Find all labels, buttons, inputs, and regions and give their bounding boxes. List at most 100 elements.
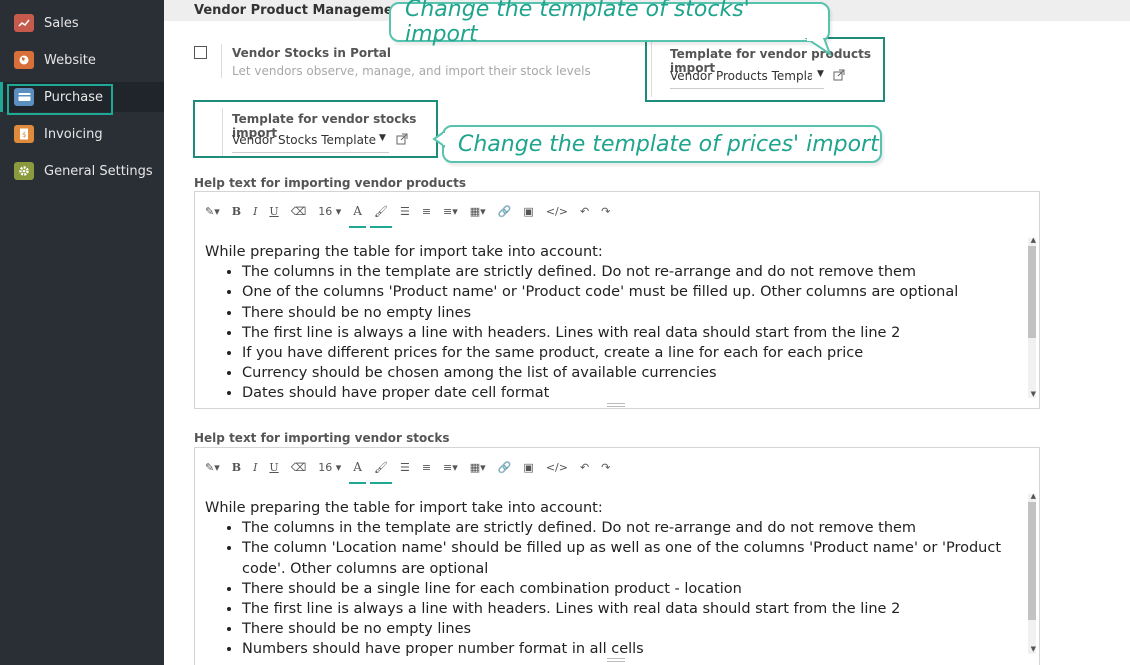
sidebar-item-website[interactable]: Website — [0, 45, 164, 75]
stocks-template-frame: Template for vendor stocks import Vendor… — [193, 100, 438, 158]
table-icon[interactable]: ▦▾ — [470, 200, 486, 222]
font-size-select[interactable]: 16 ▾ — [318, 200, 341, 222]
editor-scrollbar[interactable] — [1028, 238, 1036, 398]
list-item: The first line is always a line with hea… — [242, 323, 1023, 343]
settings-main: Vendor Product Management Vendor Stocks … — [164, 0, 1130, 665]
font-size-value: 16 — [318, 204, 333, 218]
paragraph-align-icon[interactable]: ≡▾ — [443, 200, 458, 222]
scroll-down-arrow[interactable]: ▼ — [1031, 390, 1036, 398]
callout-prices-template: Change the template of prices' import — [442, 125, 882, 163]
caret-down-icon[interactable]: ▼ — [817, 69, 824, 79]
table-icon[interactable]: ▦▾ — [470, 456, 486, 478]
image-icon[interactable]: ▣ — [523, 456, 533, 478]
help-products-editor[interactable]: ✎▾ B I U ⌫ 16 ▾ A 🖌 ☰ ≡ ≡▾ ▦▾ 🔗 ▣ </> ↶ … — [194, 191, 1040, 409]
italic-button[interactable]: I — [253, 456, 257, 478]
sidebar-item-label: Sales — [44, 15, 79, 31]
select-underline — [232, 152, 389, 153]
help-stocks-editor[interactable]: ✎▾ B I U ⌫ 16 ▾ A 🖌 ☰ ≡ ≡▾ ▦▾ 🔗 ▣ </> ↶ … — [194, 447, 1040, 665]
callout-prices-text: Change the template of prices' import — [458, 131, 879, 157]
eraser-icon[interactable]: ⌫ — [291, 456, 307, 478]
callout-prices-pointer — [432, 130, 446, 148]
help-products-label: Help text for importing vendor products — [194, 176, 466, 190]
undo-icon[interactable]: ↶ — [580, 200, 589, 222]
font-color-button[interactable]: A — [349, 200, 366, 228]
sidebar-item-label: Invoicing — [44, 126, 103, 142]
resize-handle[interactable] — [607, 403, 625, 407]
help-bullet-list: The columns in the template are strictly… — [242, 262, 1023, 403]
scroll-up-arrow[interactable]: ▲ — [1031, 236, 1036, 244]
scroll-up-arrow[interactable]: ▲ — [1031, 492, 1036, 500]
invoice-icon: $ — [14, 125, 34, 143]
bullet-list-icon[interactable]: ☰ — [400, 456, 410, 478]
font-size-select[interactable]: 16 ▾ — [318, 456, 341, 478]
callout-stocks-template: Change the template of stocks' import — [389, 0, 830, 47]
products-template-select[interactable]: Vendor Products Template — [670, 69, 812, 83]
help-intro: While preparing the table for import tak… — [205, 500, 603, 516]
help-intro: While preparing the table for import tak… — [205, 244, 603, 260]
vendor-stocks-portal-description: Let vendors observe, manage, and import … — [232, 64, 591, 78]
list-item: The columns in the template are strictly… — [242, 262, 1023, 282]
help-bullet-list: The columns in the template are strictly… — [242, 518, 1023, 659]
underline-button[interactable]: U — [269, 456, 278, 478]
code-view-icon[interactable]: </> — [546, 200, 568, 222]
callout-stocks-pointer — [804, 38, 833, 57]
font-color-button[interactable]: A — [349, 456, 366, 484]
scrollbar-thumb[interactable] — [1028, 246, 1036, 338]
setting-divider — [222, 108, 223, 156]
list-item: The first line is always a line with hea… — [242, 599, 1023, 619]
select-underline — [670, 88, 824, 89]
bold-button[interactable]: B — [232, 200, 241, 222]
underline-button[interactable]: U — [269, 200, 278, 222]
setting-divider — [651, 41, 652, 97]
resize-handle[interactable] — [607, 658, 625, 662]
list-item: If you have different prices for the sam… — [242, 343, 1023, 363]
list-item: There should be a single line for each c… — [242, 579, 1023, 599]
globe-icon — [14, 51, 34, 69]
image-icon[interactable]: ▣ — [523, 200, 533, 222]
editor-toolbar: ✎▾ B I U ⌫ 16 ▾ A 🖌 ☰ ≡ ≡▾ ▦▾ 🔗 ▣ </> ↶ … — [195, 192, 1039, 230]
link-icon[interactable]: 🔗 — [498, 456, 512, 478]
app-sidebar: Sales Website Purchase $ Invoicing Gener… — [0, 0, 164, 665]
sidebar-item-label: General Settings — [44, 163, 153, 179]
editor-toolbar: ✎▾ B I U ⌫ 16 ▾ A 🖌 ☰ ≡ ≡▾ ▦▾ 🔗 ▣ </> ↶ … — [195, 448, 1039, 486]
redo-icon[interactable]: ↷ — [601, 200, 610, 222]
undo-icon[interactable]: ↶ — [580, 456, 589, 478]
paragraph-align-icon[interactable]: ≡▾ — [443, 456, 458, 478]
scroll-down-arrow[interactable]: ▼ — [1031, 645, 1036, 653]
link-icon[interactable]: 🔗 — [498, 200, 512, 222]
help-stocks-label: Help text for importing vendor stocks — [194, 431, 450, 445]
editor-scrollbar[interactable] — [1028, 494, 1036, 654]
bold-button[interactable]: B — [232, 456, 241, 478]
magic-wand-icon[interactable]: ✎▾ — [205, 200, 220, 222]
sidebar-item-label: Website — [44, 52, 96, 68]
highlight-brush-icon[interactable]: 🖌 — [369, 200, 392, 228]
bullet-list-icon[interactable]: ☰ — [400, 200, 410, 222]
eraser-icon[interactable]: ⌫ — [291, 200, 307, 222]
list-item: The columns in the template are strictly… — [242, 518, 1023, 538]
redo-icon[interactable]: ↷ — [601, 456, 610, 478]
scrollbar-thumb[interactable] — [1028, 502, 1036, 620]
numbered-list-icon[interactable]: ≡ — [422, 456, 431, 478]
highlight-brush-icon[interactable]: 🖌 — [369, 456, 392, 484]
vendor-stocks-portal-checkbox[interactable] — [194, 46, 207, 59]
list-item: Numbers should have proper number format… — [242, 639, 1023, 659]
numbered-list-icon[interactable]: ≡ — [422, 200, 431, 222]
external-link-icon[interactable] — [833, 69, 845, 84]
sidebar-item-general-settings[interactable]: General Settings — [0, 156, 164, 186]
list-item: One of the columns 'Product name' or 'Pr… — [242, 282, 1023, 302]
magic-wand-icon[interactable]: ✎▾ — [205, 456, 220, 478]
list-item: There should be no empty lines — [242, 619, 1023, 639]
sidebar-item-sales[interactable]: Sales — [0, 8, 164, 38]
editor-content[interactable]: While preparing the table for import tak… — [205, 242, 1023, 404]
section-title: Vendor Product Management — [194, 3, 409, 18]
editor-content[interactable]: While preparing the table for import tak… — [205, 498, 1023, 660]
list-item: Dates should have proper date cell forma… — [242, 383, 1023, 403]
caret-down-icon[interactable]: ▼ — [379, 133, 386, 143]
purchase-highlight-frame — [7, 84, 113, 115]
external-link-icon[interactable] — [396, 133, 408, 148]
sidebar-item-invoicing[interactable]: $ Invoicing — [0, 119, 164, 149]
italic-button[interactable]: I — [253, 200, 257, 222]
list-item: The column 'Location name' should be fil… — [242, 538, 1023, 578]
code-view-icon[interactable]: </> — [546, 456, 568, 478]
stocks-template-select[interactable]: Vendor Stocks Template — [232, 133, 376, 147]
